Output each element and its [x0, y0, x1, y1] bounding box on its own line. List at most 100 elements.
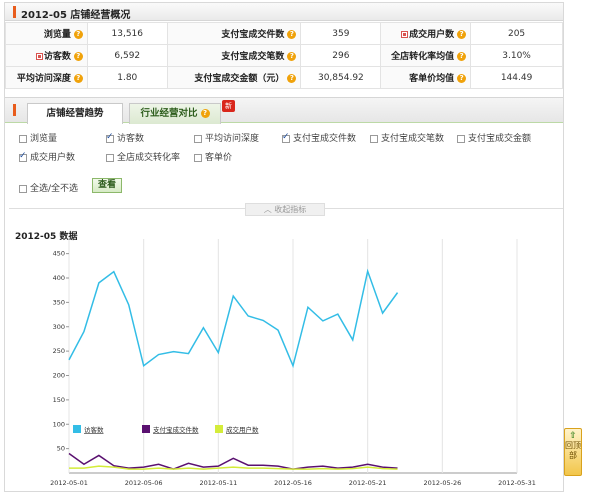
section-marker	[13, 6, 16, 18]
view-button[interactable]: 查看	[92, 178, 122, 193]
stats-table: 浏览量? 13,516 支付宝成交件数? 359 成交用户数? 205 访客数?…	[5, 22, 563, 89]
section-marker	[13, 104, 16, 116]
x-tick-label: 2012-05-31	[498, 479, 536, 487]
help-icon[interactable]: ?	[457, 52, 467, 61]
checkbox-alipay-amount[interactable]: 支付宝成交金额	[457, 131, 531, 144]
help-icon[interactable]: ?	[287, 74, 297, 83]
collapse-label: 收起指标	[274, 205, 307, 214]
checkbox-label: 支付宝成交金额	[468, 134, 532, 144]
checkbox-select-all[interactable]: 全选/全不选	[19, 181, 78, 194]
help-icon[interactable]: ?	[287, 52, 297, 61]
checkbox-box[interactable]	[19, 184, 27, 193]
legend-swatch	[142, 425, 150, 433]
legend-label: 支付宝成交件数	[153, 425, 199, 434]
stat-value-avg-depth: 1.80	[86, 66, 168, 89]
tab-store-trend-label: 店铺经营趋势	[46, 108, 104, 119]
flag-icon	[35, 53, 43, 60]
stat-value-alipay-amount: 30,854.92	[300, 66, 382, 89]
y-tick-label: 50	[57, 445, 65, 453]
x-tick-label: 2012-05-16	[274, 479, 312, 487]
checkbox-label: 支付宝成交笔数	[381, 134, 445, 144]
stat-value-alipay-items: 359	[300, 22, 382, 45]
stat-label-alipay-items: 支付宝成交件数	[221, 30, 285, 40]
trend-chart: 2012-05-01 2012-05-06 2012-05-11 2012-05-16…	[50, 239, 536, 487]
legend-swatch	[73, 425, 81, 433]
checkbox-page-views[interactable]: 浏览量	[19, 131, 57, 144]
y-tick-label: 100	[53, 420, 65, 428]
checkbox-box[interactable]	[19, 134, 27, 143]
checkbox-avg-order[interactable]: 客单价	[194, 150, 232, 163]
help-icon[interactable]: ?	[73, 52, 83, 61]
checkbox-box[interactable]	[457, 134, 465, 143]
checkbox-label: 访客数	[117, 134, 145, 144]
stat-value-page-views: 13,516	[86, 22, 168, 45]
checkbox-label: 成交用户数	[30, 153, 76, 163]
collapse-indicators-button[interactable]: ︿ 收起指标	[245, 203, 325, 216]
checkbox-box[interactable]	[194, 134, 202, 143]
x-tick-label: 2012-05-26	[423, 479, 461, 487]
checkbox-label: 支付宝成交件数	[293, 134, 357, 144]
x-tick-label: 2012-05-11	[199, 479, 237, 487]
checkbox-buyers[interactable]: 成交用户数	[19, 150, 75, 163]
store-overview-panel: 2012-05 店铺经营概况 浏览量? 13,516 支付宝成交件数? 359 …	[4, 2, 564, 492]
checkbox-box[interactable]	[106, 153, 114, 162]
checkbox-box[interactable]	[370, 134, 378, 143]
checkbox-box[interactable]	[282, 132, 290, 143]
help-icon[interactable]: ?	[73, 30, 83, 39]
checkbox-alipay-orders[interactable]: 支付宝成交笔数	[370, 131, 444, 144]
checkbox-label: 浏览量	[30, 134, 58, 144]
checkbox-label: 平均访问深度	[205, 134, 260, 144]
stat-label-visitors: 访客数	[43, 52, 71, 62]
legend-label: 访客数	[84, 425, 104, 434]
checkbox-box[interactable]	[19, 151, 27, 162]
stat-value-alipay-orders: 296	[300, 44, 382, 67]
stat-label-alipay-amount: 支付宝成交金额（元）	[194, 74, 285, 84]
back-to-top-label: 回顶部	[565, 441, 581, 460]
back-to-top-button[interactable]: ⇧ 回顶部	[564, 428, 582, 476]
stat-value-buyers: 205	[470, 22, 563, 45]
checkbox-alipay-items[interactable]: 支付宝成交件数	[282, 131, 356, 144]
stat-label-page-views: 浏览量	[43, 30, 71, 40]
y-tick-label: 350	[53, 298, 65, 306]
y-tick-label: 250	[53, 347, 65, 355]
tab-industry-compare-label: 行业经营对比	[140, 108, 198, 119]
checkbox-box[interactable]	[106, 132, 114, 143]
help-icon[interactable]: ?	[287, 30, 297, 39]
chevron-up-icon: ︿	[263, 205, 275, 214]
stat-label-buyers: 成交用户数	[409, 30, 455, 40]
y-tick-label: 450	[53, 250, 65, 258]
tab-strip: 店铺经营趋势 行业经营对比? 新	[5, 97, 563, 124]
legend-swatch	[215, 425, 223, 433]
arrow-up-icon: ⇧	[569, 431, 577, 441]
new-badge: 新	[222, 100, 235, 112]
stat-label-conversion: 全店转化率均值	[391, 52, 455, 62]
checkbox-avg-depth[interactable]: 平均访问深度	[194, 131, 259, 144]
y-tick-label: 300	[53, 323, 65, 331]
stat-value-conversion: 3.10%	[470, 44, 563, 67]
stats-row: 访客数? 6,592 支付宝成交笔数? 296 全店转化率均值? 3.10%	[5, 44, 563, 67]
x-tick-label: 2012-05-06	[125, 479, 163, 487]
help-icon[interactable]: ?	[73, 74, 83, 83]
series-line	[68, 268, 399, 369]
overview-title: 2012-05 店铺经营概况	[21, 10, 131, 21]
stats-row: 浏览量? 13,516 支付宝成交件数? 359 成交用户数? 205	[5, 22, 563, 45]
help-icon[interactable]: ?	[457, 30, 467, 39]
y-tick-label: 150	[53, 396, 65, 404]
legend-label: 成交用户数	[226, 425, 259, 434]
x-tick-label: 2012-05-21	[349, 479, 387, 487]
stats-row: 平均访问深度? 1.80 支付宝成交金额（元）? 30,854.92 客单价均值…	[5, 66, 563, 89]
tab-industry-compare[interactable]: 行业经营对比?	[129, 103, 221, 124]
flag-icon	[401, 31, 409, 38]
checkbox-label: 全店成交转化率	[117, 153, 181, 163]
checkbox-box[interactable]	[194, 153, 202, 162]
tab-store-trend[interactable]: 店铺经营趋势	[27, 103, 123, 124]
stat-value-visitors: 6,592	[86, 44, 168, 67]
help-icon[interactable]: ?	[457, 74, 467, 83]
checkbox-conversion[interactable]: 全店成交转化率	[106, 150, 180, 163]
help-icon[interactable]: ?	[200, 109, 210, 118]
stat-value-avg-order: 144.49	[470, 66, 563, 89]
y-tick-label: 400	[53, 274, 65, 282]
overview-header: 2012-05 店铺经营概况	[5, 3, 563, 21]
stat-label-avg-depth: 平均访问深度	[16, 74, 71, 84]
checkbox-visitors[interactable]: 访客数	[106, 131, 144, 144]
